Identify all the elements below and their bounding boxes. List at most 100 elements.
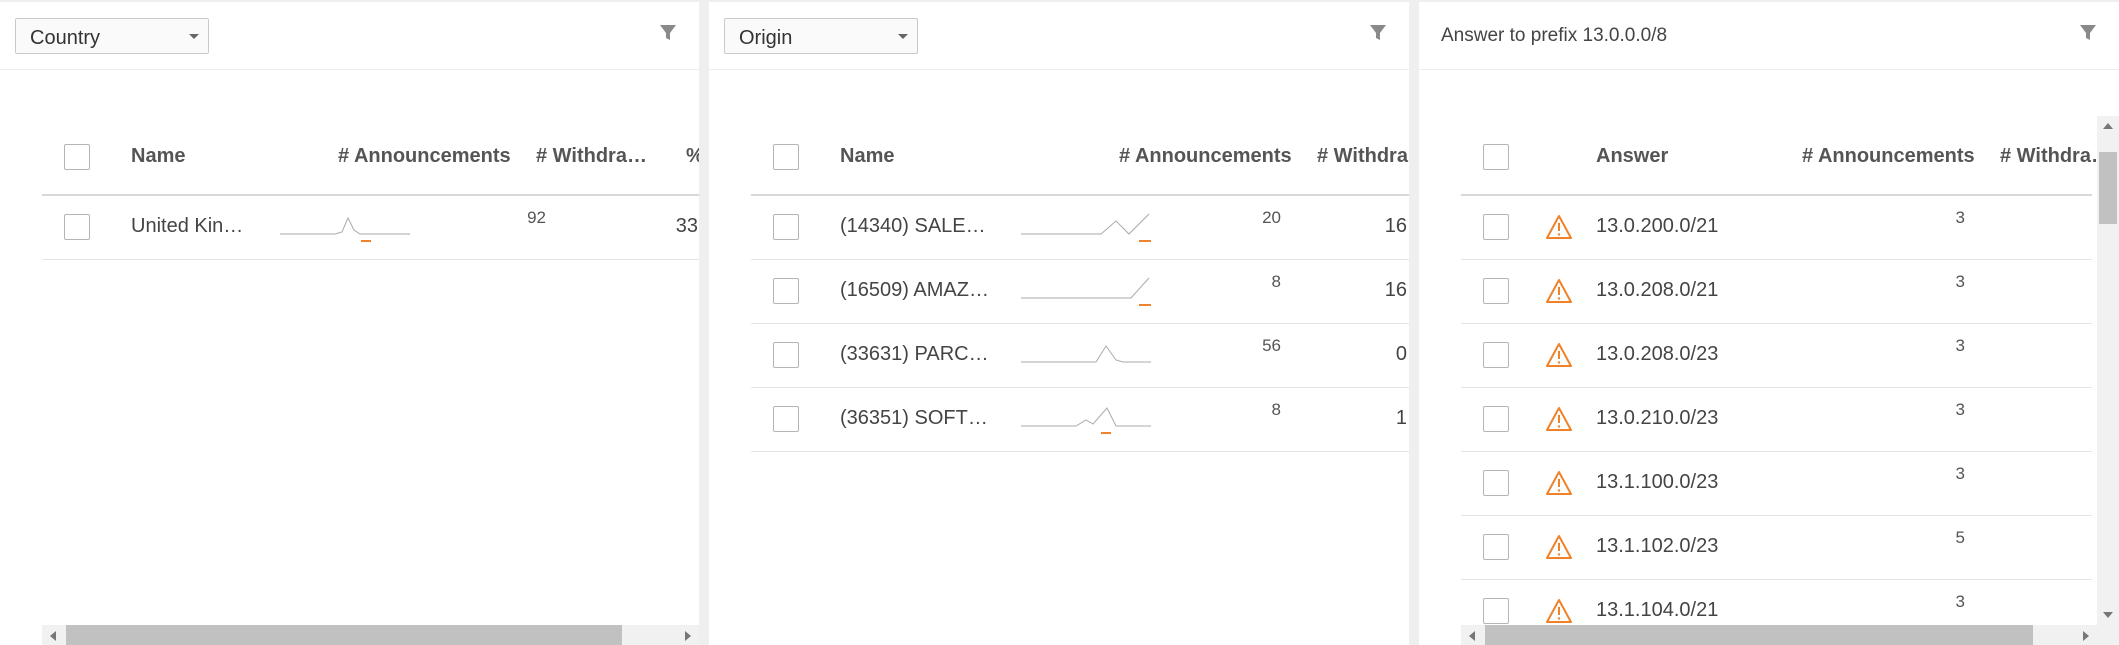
row-answer: 13.0.210.0/23	[1596, 407, 1719, 429]
table-row[interactable]: 13.1.100.0/23 3	[1461, 452, 2092, 516]
caret-down-icon	[189, 34, 199, 39]
table-header: Answer # Announcements # Withdra…	[1461, 120, 2111, 196]
row-name: (36351) SOFT…	[840, 407, 988, 429]
scroll-thumb[interactable]	[2099, 152, 2117, 224]
row-checkbox[interactable]	[1483, 470, 1509, 496]
select-all-checkbox[interactable]	[64, 144, 90, 170]
table-row[interactable]: (16509) AMAZ… 8 16	[751, 260, 1409, 324]
row-checkbox[interactable]	[64, 214, 90, 240]
column-header-name[interactable]: Name	[840, 145, 894, 168]
filter-icon[interactable]	[2079, 24, 2097, 42]
table-row[interactable]: 13.0.200.0/21 3	[1461, 196, 2092, 260]
column-header-name[interactable]: Name	[131, 145, 185, 168]
select-all-checkbox[interactable]	[1483, 144, 1509, 170]
horizontal-scrollbar[interactable]	[1461, 625, 2119, 645]
panel-header: Country	[0, 2, 699, 70]
row-announcements: 56	[1262, 336, 1281, 355]
table-row[interactable]: 13.0.208.0/23 3	[1461, 324, 2092, 388]
table-row[interactable]: 13.0.210.0/23 3	[1461, 388, 2092, 452]
row-checkbox[interactable]	[773, 214, 799, 240]
warning-icon	[1546, 215, 1572, 239]
row-withdrawals: 0	[1395, 343, 1407, 365]
scroll-thumb[interactable]	[66, 625, 622, 645]
row-name: (33631) PARC…	[840, 343, 989, 365]
row-answer: 13.1.100.0/23	[1596, 471, 1719, 493]
table-row[interactable]: (36351) SOFT… 8 1	[751, 388, 1409, 452]
column-header-announcements[interactable]: # Announcements	[338, 145, 511, 168]
group-by-dropdown[interactable]: Origin	[724, 18, 918, 54]
row-checkbox[interactable]	[773, 406, 799, 432]
warning-icon	[1546, 343, 1572, 367]
row-name: United Kin…	[131, 215, 244, 237]
column-header-percent[interactable]: %	[686, 145, 699, 168]
country-table: Name # Announcements # Withdra… % United…	[42, 120, 699, 260]
warning-icon	[1546, 407, 1572, 431]
table-row[interactable]: (33631) PARC… 56 0	[751, 324, 1409, 388]
row-announcements: 3	[1955, 336, 1965, 355]
scroll-down-arrow-icon[interactable]	[2103, 612, 2113, 618]
row-name: (16509) AMAZ…	[840, 279, 989, 301]
row-announcements: 3	[1955, 208, 1965, 227]
table-header: Name # Announcements # Withdra… %	[42, 120, 699, 196]
table-row[interactable]: 13.1.102.0/23 5	[1461, 516, 2092, 580]
dropdown-value: Origin	[739, 27, 793, 49]
scroll-left-arrow-icon[interactable]	[50, 631, 56, 641]
table-row[interactable]: United Kin… 92 33	[42, 196, 699, 260]
warning-icon	[1546, 279, 1572, 303]
scroll-up-arrow-icon[interactable]	[2103, 123, 2113, 129]
table-row[interactable]: 13.0.208.0/21 3	[1461, 260, 2092, 324]
table-row[interactable]: (14340) SALE… 20 16	[751, 196, 1409, 260]
row-announcements: 3	[1955, 400, 1965, 419]
answer-table: Answer # Announcements # Withdra… 13.0.2…	[1461, 120, 2111, 644]
row-checkbox[interactable]	[1483, 598, 1509, 624]
column-header-withdrawals[interactable]: # Withdra…	[2000, 145, 2111, 168]
row-answer: 13.0.208.0/23	[1596, 343, 1719, 365]
row-answer: 13.0.200.0/21	[1596, 215, 1719, 237]
scroll-thumb[interactable]	[1485, 625, 2033, 645]
filter-icon[interactable]	[1369, 24, 1387, 42]
answer-panel: Answer to prefix 13.0.0.0/8 Answer # Ann…	[1419, 2, 2119, 645]
warning-icon	[1546, 471, 1572, 495]
row-announcements: 92	[527, 208, 546, 227]
row-withdrawals: 1	[1395, 407, 1407, 429]
row-announcements: 20	[1262, 208, 1281, 227]
row-checkbox[interactable]	[1483, 342, 1509, 368]
row-withdrawals: 16	[1384, 215, 1407, 237]
filter-icon[interactable]	[659, 24, 677, 42]
row-checkbox[interactable]	[773, 278, 799, 304]
row-checkbox[interactable]	[1483, 406, 1509, 432]
row-checkbox[interactable]	[1483, 534, 1509, 560]
column-header-withdrawals[interactable]: # Withdra…	[536, 145, 647, 168]
column-header-announcements[interactable]: # Announcements	[1119, 145, 1292, 168]
row-checkbox[interactable]	[1483, 214, 1509, 240]
row-announcements: 8	[1271, 400, 1281, 419]
panel-title: Answer to prefix 13.0.0.0/8	[1441, 25, 1668, 46]
scroll-right-arrow-icon[interactable]	[2083, 631, 2089, 641]
vertical-scrollbar[interactable]	[2097, 116, 2119, 625]
announcements-sparkline	[1021, 345, 1151, 363]
column-header-answer[interactable]: Answer	[1596, 145, 1668, 168]
group-by-dropdown[interactable]: Country	[15, 18, 209, 54]
row-name: (14340) SALE…	[840, 215, 986, 237]
row-answer: 13.1.104.0/21	[1596, 599, 1719, 621]
row-checkbox[interactable]	[773, 342, 799, 368]
origin-table: Name # Announcements # Withdra… (14340) …	[751, 120, 1409, 452]
column-header-withdrawals[interactable]: # Withdra…	[1317, 145, 1409, 168]
select-all-checkbox[interactable]	[773, 144, 799, 170]
row-answer: 13.1.102.0/23	[1596, 535, 1719, 557]
horizontal-scrollbar[interactable]	[42, 625, 699, 645]
announcements-sparkline	[280, 216, 410, 242]
caret-down-icon	[898, 34, 908, 39]
row-withdrawals: 33	[675, 215, 698, 237]
country-panel: Country Name # Announcements # Withdra… …	[0, 2, 699, 645]
table-header: Name # Announcements # Withdra…	[751, 120, 1409, 196]
row-answer: 13.0.208.0/21	[1596, 279, 1719, 301]
row-announcements: 8	[1271, 272, 1281, 291]
row-checkbox[interactable]	[1483, 278, 1509, 304]
row-withdrawals: 16	[1384, 279, 1407, 301]
row-announcements: 3	[1955, 272, 1965, 291]
column-header-announcements[interactable]: # Announcements	[1802, 145, 1975, 168]
scroll-right-arrow-icon[interactable]	[685, 631, 691, 641]
scroll-left-arrow-icon[interactable]	[1469, 631, 1475, 641]
row-announcements: 3	[1955, 464, 1965, 483]
